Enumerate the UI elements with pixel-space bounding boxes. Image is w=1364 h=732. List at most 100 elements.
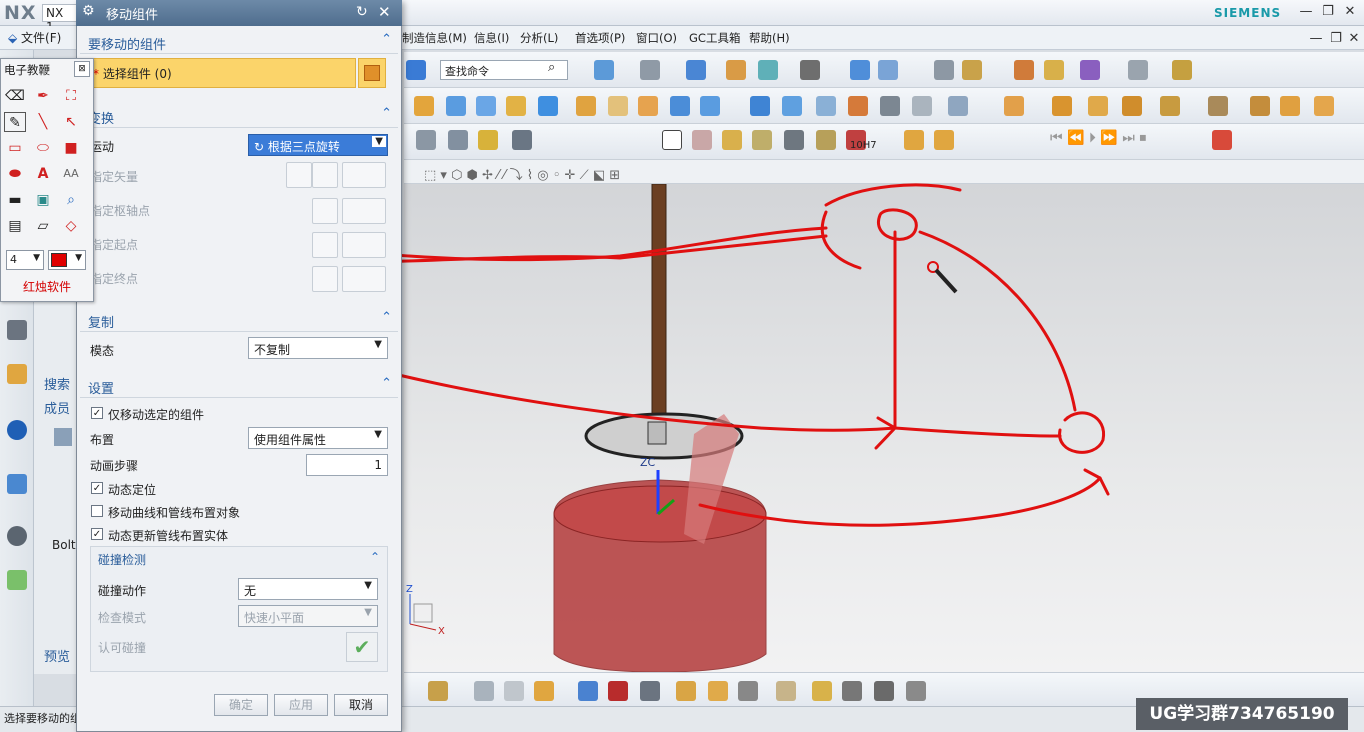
move-curves-checkbox[interactable] xyxy=(91,505,103,517)
apply-button[interactable]: 应用 xyxy=(274,694,328,716)
pencil-icon[interactable]: ✎ xyxy=(4,112,26,132)
highlight-icon[interactable]: ▬ xyxy=(4,190,26,210)
settings-section-header[interactable]: 设置 ⌃ xyxy=(80,372,398,398)
palette-icon[interactable] xyxy=(7,570,27,590)
settings-section-title: 设置 xyxy=(88,382,115,397)
rotate-icon: ↻ xyxy=(254,140,268,154)
collapse-icon[interactable]: ⌃ xyxy=(370,550,380,564)
vector-dialog-icon[interactable] xyxy=(286,162,312,188)
pen-size-select[interactable]: 4 ▼ xyxy=(6,250,44,270)
pen-size-value: 4 xyxy=(10,253,17,266)
copy-section-header[interactable]: 复制 ⌃ xyxy=(80,306,398,332)
check-clearance-icon[interactable] xyxy=(776,681,796,701)
pattern-icon[interactable] xyxy=(504,681,524,701)
collision-action-select[interactable]: 无 ▼ xyxy=(238,578,378,600)
chevron-down-icon: ▼ xyxy=(364,607,372,618)
screen-icon[interactable]: ▣ xyxy=(32,190,54,210)
zoom-icon[interactable]: ⌕ xyxy=(60,190,82,210)
vector-reverse-icon[interactable] xyxy=(312,162,338,188)
search-tab[interactable]: 搜索 xyxy=(44,374,70,393)
pivot-label: 指定枢轴点 xyxy=(90,204,151,218)
mode-select[interactable]: 不复制 ▼ xyxy=(248,337,388,359)
anim-steps-input[interactable]: 1 xyxy=(306,454,388,476)
rect-icon[interactable]: ▭ xyxy=(4,138,26,158)
member-thumb-icon[interactable] xyxy=(54,428,72,446)
motion-select[interactable]: ↻ 根据三点旋转 ▼ xyxy=(248,134,388,156)
select-component-field[interactable]: * 选择组件 (0) xyxy=(84,58,356,88)
required-star-icon: * xyxy=(93,67,103,81)
new-parent-icon[interactable] xyxy=(474,681,494,701)
clear-icon[interactable]: ◇ xyxy=(60,216,82,236)
dynamic-update-checkbox[interactable]: ✓ xyxy=(91,528,103,540)
reset-icon[interactable]: ↻ xyxy=(356,4,368,20)
start-point-icon[interactable] xyxy=(312,232,338,258)
members-tab[interactable]: 成员 xyxy=(44,398,70,417)
end-infer-icon[interactable] xyxy=(342,266,386,292)
explode-view-icon[interactable] xyxy=(676,681,696,701)
dropper-icon[interactable]: ✒ xyxy=(32,86,54,106)
text-icon[interactable]: A xyxy=(32,164,54,184)
cancel-button[interactable]: 取消 xyxy=(334,694,388,716)
bolt-item[interactable]: Bolt xyxy=(52,538,76,552)
web-icon[interactable] xyxy=(7,474,27,494)
gear-icon[interactable]: ⚙ xyxy=(82,3,95,19)
sequence-icon[interactable] xyxy=(708,681,728,701)
open-icon[interactable]: ▱ xyxy=(32,216,54,236)
part-nav-icon[interactable] xyxy=(7,364,27,384)
add-component-icon[interactable] xyxy=(428,681,448,701)
allow-collision-check-icon[interactable]: ✔ xyxy=(346,632,378,662)
end-point-label: 指定终点 xyxy=(90,272,139,286)
collapse-icon[interactable]: ⌃ xyxy=(381,376,392,391)
preview-tab[interactable]: 预览 xyxy=(44,646,70,665)
move-component-icon[interactable] xyxy=(578,681,598,701)
collapse-icon[interactable]: ⌃ xyxy=(381,106,392,121)
route-icon[interactable] xyxy=(842,681,862,701)
move-curves-label: 移动曲线和管线布置对象 xyxy=(108,506,241,520)
collapse-icon[interactable]: ⌃ xyxy=(381,32,392,47)
fill-icon[interactable]: ⛶ xyxy=(60,86,82,106)
font-size-icon[interactable]: AA xyxy=(60,164,82,184)
harness-icon[interactable] xyxy=(874,681,894,701)
assembly-options-icon[interactable] xyxy=(906,681,926,701)
chevron-down-icon: ▼ xyxy=(374,339,382,350)
pivot-point-icon[interactable] xyxy=(312,198,338,224)
check-mode-select[interactable]: 快速小平面 ▼ xyxy=(238,605,378,627)
filled-ellipse-icon[interactable]: ⬬ xyxy=(4,164,26,184)
collision-header[interactable]: 碰撞检测 xyxy=(98,551,146,568)
save-icon[interactable]: ▤ xyxy=(4,216,26,236)
remember-constraint-icon[interactable] xyxy=(640,681,660,701)
eraser-icon[interactable]: ⌫ xyxy=(4,86,26,106)
wave-link-icon[interactable] xyxy=(738,681,758,701)
ellipse-icon[interactable]: ⬭ xyxy=(32,138,54,158)
start-infer-icon[interactable] xyxy=(342,232,386,258)
only-selected-label: 仅移动选定的组件 xyxy=(108,408,205,422)
chain-icon[interactable] xyxy=(812,681,832,701)
select-section-header[interactable]: 要移动的组件 ⌃ xyxy=(80,28,398,54)
dynamic-update-label: 动态更新管线布置实体 xyxy=(108,529,229,543)
transform-section-header[interactable]: 变换 ⌃ xyxy=(80,102,398,128)
collapse-icon[interactable]: ⌃ xyxy=(381,310,392,325)
pen-color-select[interactable]: ▼ xyxy=(48,250,86,270)
ok-button[interactable]: 确定 xyxy=(214,694,268,716)
end-point-icon[interactable] xyxy=(312,266,338,292)
ebook-close-icon[interactable]: ⊠ xyxy=(74,61,90,77)
filled-rect-icon[interactable]: ■ xyxy=(60,138,82,158)
only-selected-checkbox[interactable]: ✓ xyxy=(91,407,103,419)
collision-action-label: 碰撞动作 xyxy=(98,584,147,598)
mirror-assembly-icon[interactable] xyxy=(534,681,554,701)
vector-infer-icon[interactable] xyxy=(342,162,386,188)
dynamic-position-checkbox[interactable]: ✓ xyxy=(91,482,103,494)
assembly-nav-icon[interactable] xyxy=(7,320,27,340)
history-icon[interactable] xyxy=(7,526,27,546)
mode-label: 模态 xyxy=(90,344,115,358)
pen-color-swatch xyxy=(51,253,67,267)
line-icon[interactable]: ╲ xyxy=(32,112,54,132)
chevron-down-icon: ▼ xyxy=(374,429,382,440)
info-icon[interactable] xyxy=(7,420,27,440)
arrow-icon[interactable]: ↖ xyxy=(60,112,82,132)
dialog-close-icon[interactable]: ✕ xyxy=(378,3,391,21)
layout-select[interactable]: 使用组件属性 ▼ xyxy=(248,427,388,449)
pivot-infer-icon[interactable] xyxy=(342,198,386,224)
select-component-button[interactable] xyxy=(358,58,386,88)
constraint-icon[interactable] xyxy=(608,681,628,701)
